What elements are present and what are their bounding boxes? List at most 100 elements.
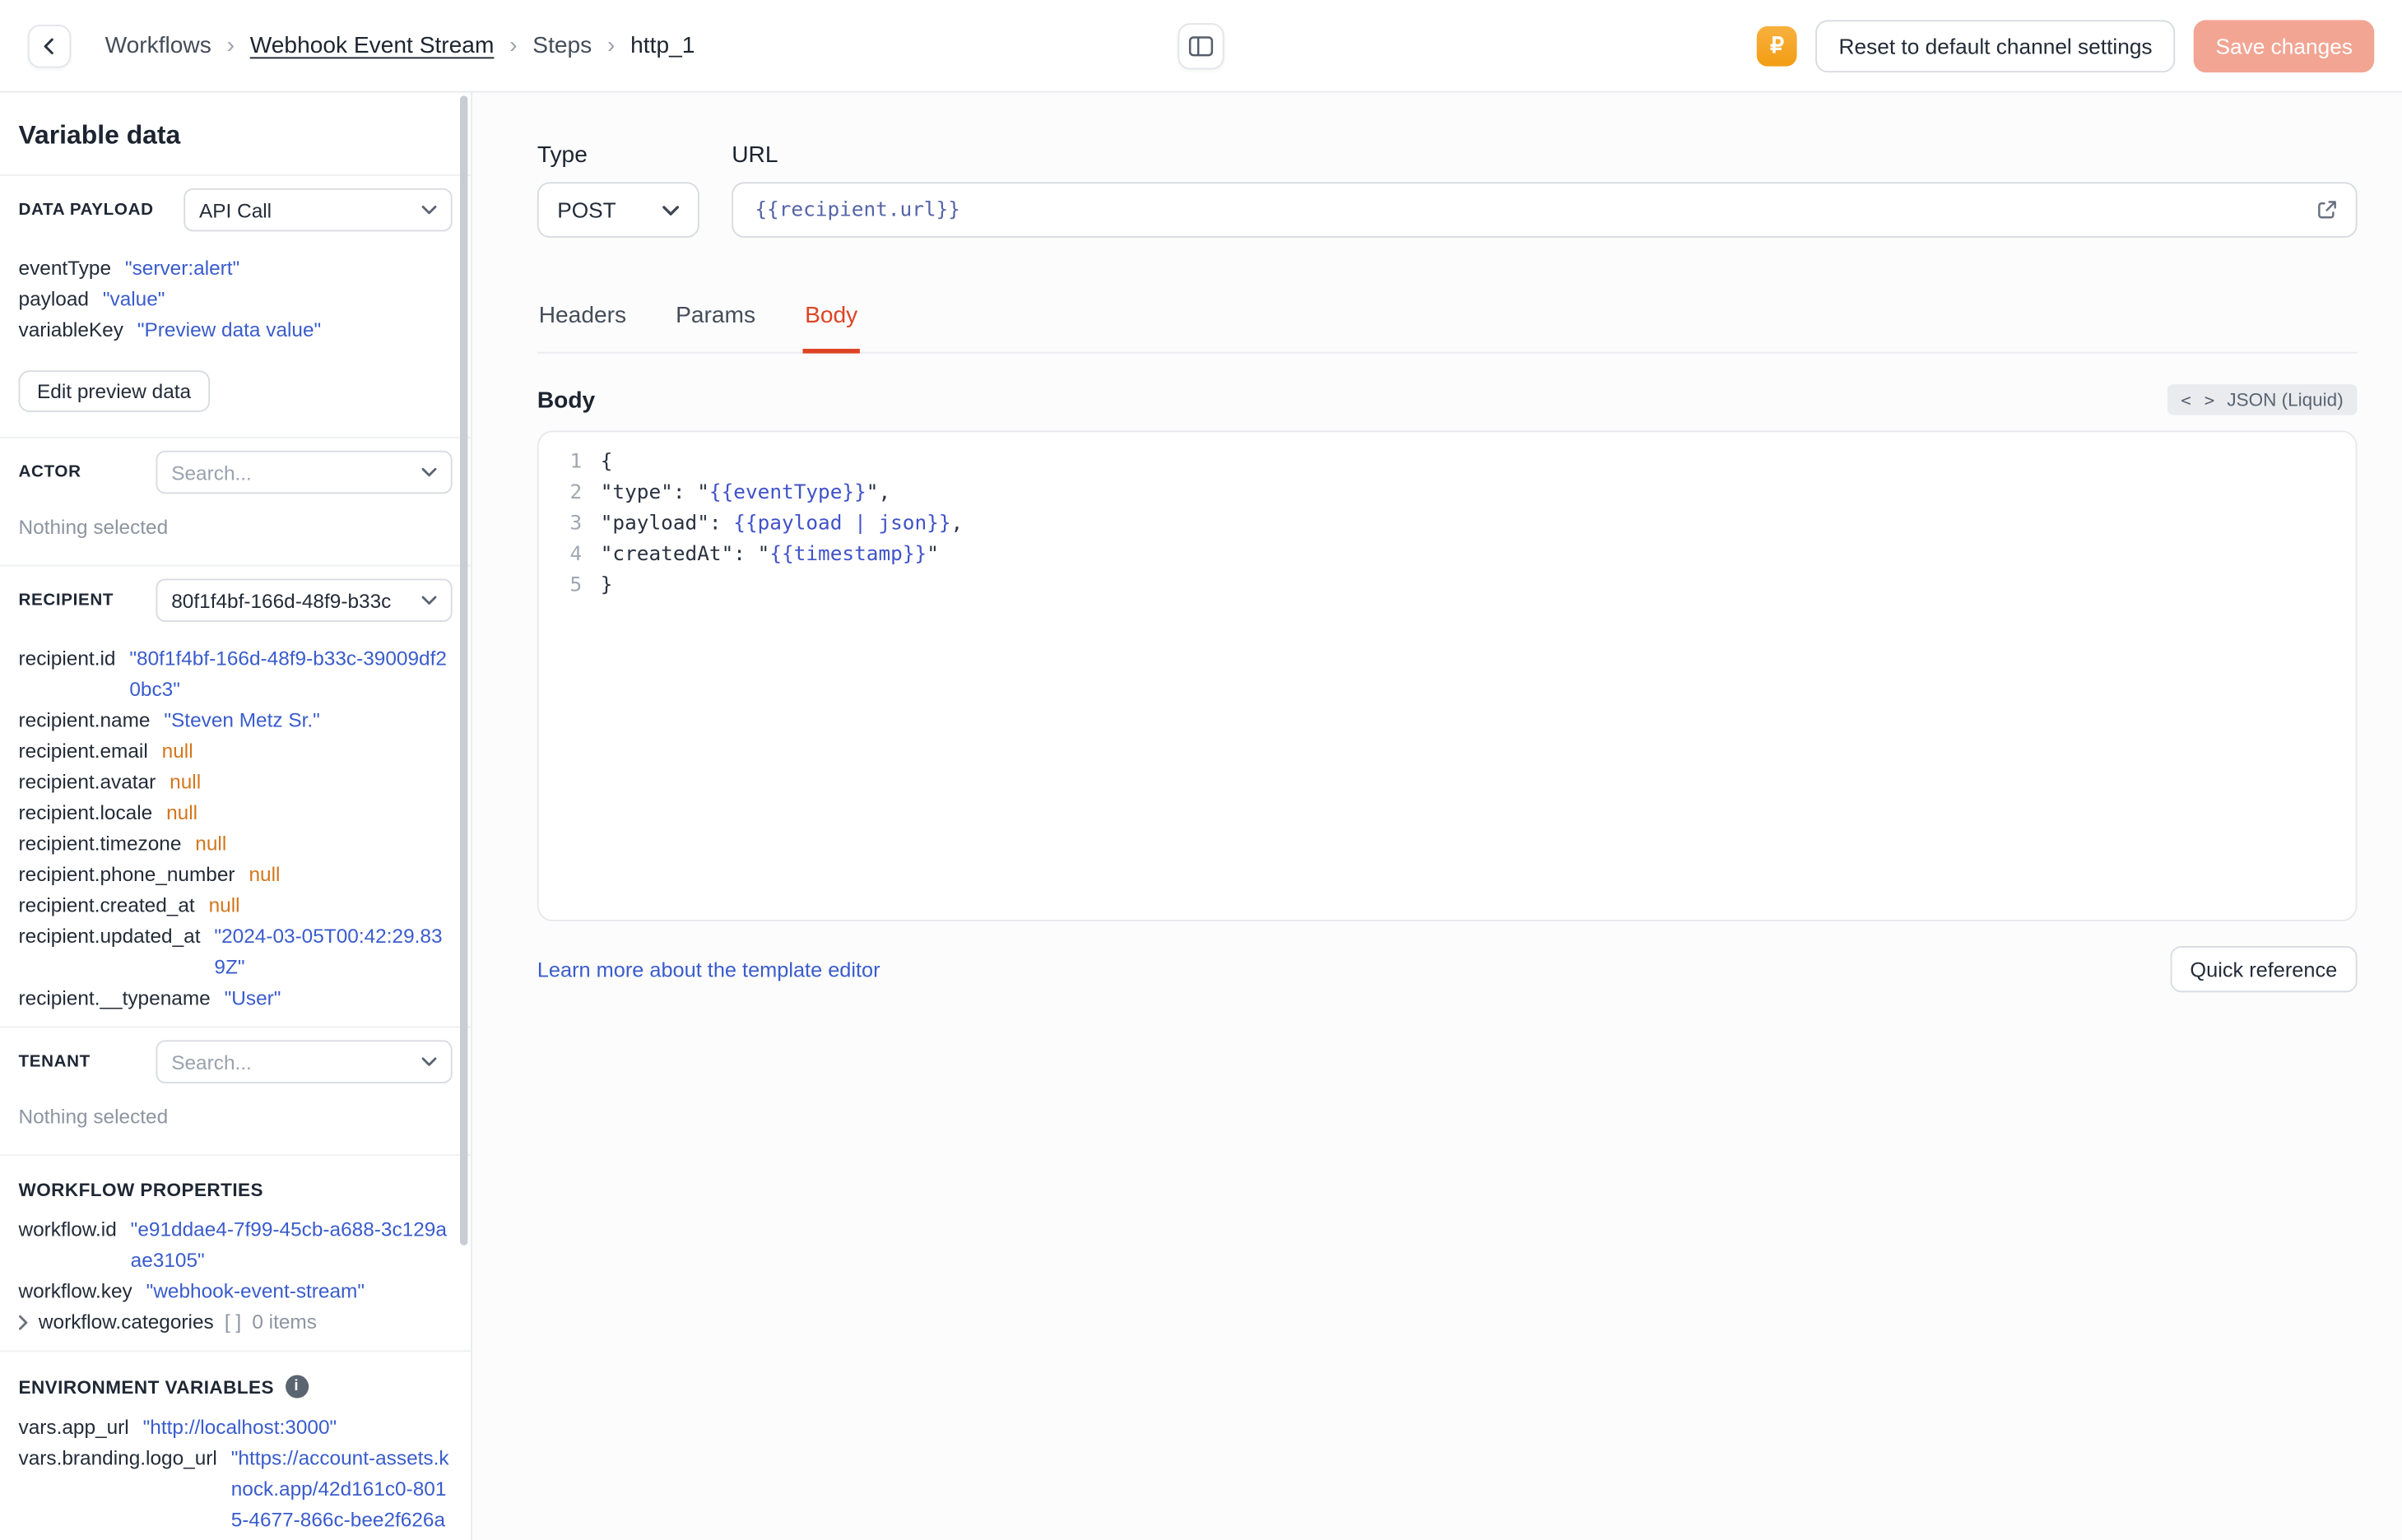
data-payload-section-header: DATA PAYLOAD API Call bbox=[0, 176, 471, 244]
chevron-down-icon bbox=[662, 205, 680, 216]
data-payload-variables: eventType "server:alert" payload "value"… bbox=[0, 244, 471, 358]
http-step-editor: Type POST URL {{recipient.url}} Headers … bbox=[472, 92, 2402, 1540]
sidebar-layout-icon bbox=[1188, 35, 1214, 56]
environment-variables-header: ENVIRONMENT VARIABLES i bbox=[0, 1352, 471, 1412]
chevron-down-icon bbox=[421, 205, 437, 215]
body-title: Body bbox=[537, 386, 596, 413]
workflow-properties-variables: workflow.id "e91ddae4-7f99-45cb-a688-3c1… bbox=[0, 1214, 471, 1350]
quick-reference-button[interactable]: Quick reference bbox=[2170, 945, 2358, 993]
actor-section-header: ACTOR bbox=[0, 438, 471, 507]
variable-row: recipient.__typename "User" bbox=[18, 986, 281, 1009]
topbar-actions: ₽ Reset to default channel settings Save… bbox=[1757, 19, 2375, 72]
chevron-down-icon bbox=[421, 596, 437, 605]
body-template-editor[interactable]: 1 { 2 "type": " {{eventType}} ", 3 "payloa… bbox=[537, 430, 2358, 921]
sidebar-title: Variable data bbox=[18, 120, 181, 150]
tenant-search-input[interactable] bbox=[171, 1050, 412, 1074]
chevron-down-icon bbox=[421, 1057, 437, 1066]
line-number: 1 bbox=[569, 450, 583, 474]
method-field: Type POST bbox=[537, 142, 699, 238]
variable-row: recipient.timezone null bbox=[18, 832, 227, 856]
url-label: URL bbox=[732, 141, 778, 169]
recipient-variables: recipient.id "80f1f4bf-166d-48f9-b33c-39… bbox=[0, 634, 471, 1026]
code-line: 4 "createdAt": " {{timestamp}} " bbox=[539, 540, 2356, 572]
variable-row: workflow.id "e91ddae4-7f99-45cb-a688-3c1… bbox=[18, 1218, 447, 1272]
template-editor-docs-link[interactable]: Learn more about the template editor bbox=[537, 958, 880, 981]
workflow-properties-header: WORKFLOW PROPERTIES bbox=[0, 1156, 471, 1214]
chevron-right-icon bbox=[18, 1315, 28, 1330]
workflow-properties-label: WORKFLOW PROPERTIES bbox=[18, 1179, 263, 1201]
line-number: 5 bbox=[569, 573, 583, 597]
actor-empty-state: Nothing selected bbox=[18, 515, 169, 539]
method-select[interactable]: POST bbox=[537, 182, 699, 238]
breadcrumb-steps[interactable]: Steps bbox=[532, 32, 592, 58]
back-button[interactable] bbox=[27, 24, 72, 67]
variable-row: recipient.locale null bbox=[18, 800, 198, 824]
variable-row: recipient.id "80f1f4bf-166d-48f9-b33c-39… bbox=[18, 647, 447, 701]
code-line: 5 } bbox=[539, 571, 2356, 602]
sidebar-scrollbar[interactable] bbox=[460, 95, 468, 1245]
breadcrumb-step-name: http_1 bbox=[630, 32, 695, 59]
save-changes-button[interactable]: Save changes bbox=[2194, 19, 2375, 72]
uncommitted-changes-icon[interactable]: ₽ bbox=[1757, 25, 1797, 66]
workflow-categories-row[interactable]: workflow.categories [ ] 0 items bbox=[18, 1307, 453, 1338]
breadcrumb: Workflows › Webhook Event Stream › Steps… bbox=[105, 32, 695, 58]
breadcrumb-workflows[interactable]: Workflows bbox=[105, 32, 211, 58]
breadcrumb-separator: › bbox=[226, 32, 235, 59]
badge-glyph: ₽ bbox=[1770, 32, 1784, 58]
request-config-row: Type POST URL bbox=[537, 142, 2358, 238]
recipient-selected-value: 80f1f4bf-166d-48f9-b33c bbox=[171, 588, 392, 612]
variable-row: recipient.phone_number null bbox=[18, 862, 281, 886]
environment-variables-list: vars.app_url "http://localhost:3000" var… bbox=[0, 1412, 471, 1540]
tab-body[interactable]: Body bbox=[803, 296, 860, 354]
code-icon: < > bbox=[2181, 389, 2217, 411]
format-badge-label: JSON (Liquid) bbox=[2227, 388, 2344, 411]
tenant-empty-state: Nothing selected bbox=[18, 1105, 169, 1129]
data-payload-select[interactable]: API Call bbox=[184, 188, 453, 232]
line-number: 4 bbox=[569, 543, 583, 567]
variable-row: vars.branding.logo_url "https://account-… bbox=[18, 1445, 449, 1540]
panel-toggle-button[interactable] bbox=[1178, 22, 1224, 69]
format-badge: < > JSON (Liquid) bbox=[2167, 384, 2358, 415]
method-selected-value: POST bbox=[557, 197, 616, 223]
external-link-icon[interactable] bbox=[2316, 198, 2339, 221]
edit-preview-data-button[interactable]: Edit preview data bbox=[18, 370, 210, 412]
request-tabs: Headers Params Body bbox=[537, 296, 2358, 354]
variable-row: vars.app_url "http://localhost:3000" bbox=[18, 1415, 337, 1439]
variable-row: recipient.avatar null bbox=[18, 770, 202, 794]
topbar: Workflows › Webhook Event Stream › Steps… bbox=[0, 0, 2402, 93]
chevron-down-icon bbox=[421, 467, 437, 477]
actor-label: ACTOR bbox=[18, 462, 81, 482]
recipient-section-header: RECIPIENT 80f1f4bf-166d-48f9-b33c bbox=[0, 566, 471, 634]
url-field-group: URL bbox=[732, 141, 2358, 238]
code-line: 2 "type": " {{eventType}} ", bbox=[539, 479, 2356, 510]
tab-headers[interactable]: Headers bbox=[537, 296, 628, 353]
actor-search-input[interactable] bbox=[171, 460, 412, 485]
actor-search-select[interactable] bbox=[156, 450, 453, 494]
breadcrumb-workflow-name[interactable]: Webhook Event Stream bbox=[250, 32, 495, 58]
breadcrumb-separator: › bbox=[607, 32, 616, 59]
reset-channel-settings-button[interactable]: Reset to default channel settings bbox=[1815, 19, 2176, 72]
variable-row: payload "value" bbox=[18, 286, 165, 311]
variable-row: variableKey "Preview data value" bbox=[18, 318, 322, 341]
recipient-select[interactable]: 80f1f4bf-166d-48f9-b33c bbox=[156, 578, 453, 623]
variable-row: workflow.key "webhook-event-stream" bbox=[18, 1279, 365, 1303]
workflow-step-editor: Workflows › Webhook Event Stream › Steps… bbox=[0, 0, 2402, 1540]
info-icon[interactable]: i bbox=[285, 1375, 309, 1399]
editor-footer: Learn more about the template editor Qui… bbox=[537, 945, 2358, 993]
tenant-label: TENANT bbox=[18, 1052, 91, 1071]
line-number: 3 bbox=[569, 512, 583, 536]
breadcrumb-separator: › bbox=[509, 32, 518, 59]
code-line: 3 "payload": {{payload | json}}, bbox=[539, 509, 2356, 540]
categories-count: 0 items bbox=[252, 1310, 317, 1334]
type-label: Type bbox=[537, 141, 588, 169]
variable-row: eventType "server:alert" bbox=[18, 256, 240, 280]
tenant-search-select[interactable] bbox=[156, 1040, 453, 1083]
variable-row: recipient.created_at null bbox=[18, 893, 240, 917]
chevron-left-icon bbox=[39, 35, 60, 56]
variable-data-sidebar: Variable data DATA PAYLOAD API Call even… bbox=[0, 92, 473, 1540]
data-payload-selected-value: API Call bbox=[198, 198, 272, 222]
line-number: 2 bbox=[569, 481, 583, 505]
recipient-label: RECIPIENT bbox=[18, 591, 114, 610]
url-input[interactable] bbox=[732, 182, 2358, 238]
tab-params[interactable]: Params bbox=[674, 296, 757, 353]
